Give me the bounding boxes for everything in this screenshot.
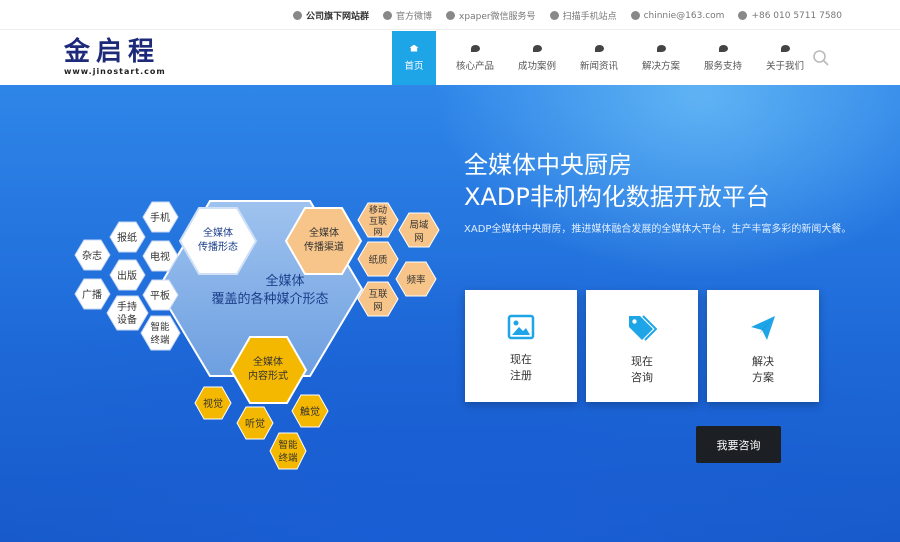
hex-newspaper-label: 报纸 — [117, 231, 137, 244]
hex-visual-label: 视觉 — [203, 397, 223, 410]
hex-frequency-label: 频率 — [406, 274, 426, 286]
hex-mobile-label: 手机 — [150, 211, 170, 224]
hex-handheld-line1: 手持 — [117, 300, 137, 313]
topbar-mobile[interactable]: 扫描手机站点 — [549, 9, 617, 22]
hex-magazine-label: 杂志 — [82, 249, 102, 262]
hex-smart-terminal-bottom-line1: 智能 — [278, 439, 298, 451]
nav-support-label: 服务支持 — [703, 60, 742, 72]
consult-button[interactable]: 我要咨询 — [696, 426, 781, 463]
hex-mobile-internet-line1: 移动 — [369, 204, 387, 216]
media-hexagon-diagram: 全媒体 覆盖的各种媒介形态 全媒体 传播形态 全媒体 传播渠道 全媒体 内容形式… — [74, 200, 440, 470]
topbar-phone-label: +86 010 5711 7580 — [751, 10, 842, 21]
hex-mobile-internet-line2: 互联 — [369, 216, 387, 227]
mail-icon — [630, 11, 640, 20]
weibo-icon — [383, 11, 393, 20]
hex-internet-line1: 互联 — [368, 289, 388, 300]
card-solutions[interactable]: 解决方案 — [707, 290, 819, 402]
card-register-label: 现在注册 — [510, 353, 532, 382]
nav-news[interactable]: 新闻资讯 — [568, 31, 630, 85]
mobile-icon — [549, 11, 559, 20]
nav-cases[interactable]: 成功案例 — [506, 31, 568, 85]
card-register[interactable]: 现在注册 — [465, 290, 577, 402]
quick-cards: 现在注册 现在咨询 解决方案 — [465, 290, 819, 402]
phone-icon — [293, 11, 303, 20]
topbar-mobile-label: 扫描手机站点 — [562, 12, 617, 22]
chat-icon — [532, 44, 542, 52]
nav-home-label: 首页 — [404, 60, 424, 72]
hex-publishing-label: 出版 — [117, 269, 137, 282]
image-icon — [507, 314, 535, 340]
spread-channel-line1: 全媒体 — [309, 226, 339, 239]
search-icon[interactable] — [812, 49, 830, 67]
home-icon — [409, 44, 419, 52]
top-info-bar: 公司旗下网站群 官方微博 xpaper微信服务号 扫描手机站点 chinnie@… — [0, 0, 900, 30]
topbar-email[interactable]: chinnie@163.com — [630, 9, 725, 22]
hex-tactile-label: 触觉 — [300, 405, 320, 418]
hex-handheld-line2: 设备 — [117, 313, 137, 326]
chat-icon — [594, 44, 604, 52]
hero-description: XADP全媒体中央厨房，推进媒体融合发展的全媒体大平台，生产丰富多彩的新闻大餐。 — [464, 224, 852, 235]
leaf-icon — [470, 44, 480, 52]
topbar-sites[interactable]: 公司旗下网站群 — [293, 9, 369, 22]
hex-internet-line2: 网 — [373, 302, 383, 313]
topbar-wechat-label: xpaper微信服务号 — [459, 12, 536, 22]
topbar-wechat[interactable]: xpaper微信服务号 — [446, 9, 536, 22]
send-icon — [751, 316, 775, 340]
logo[interactable]: 金启程 www.jinostart.com — [64, 39, 182, 79]
card-consult[interactable]: 现在咨询 — [586, 290, 698, 402]
hex-smart-terminal-bottom-line2: 终端 — [278, 452, 298, 464]
phone-icon — [738, 11, 748, 20]
content-form-line1: 全媒体 — [253, 355, 283, 368]
topbar-email-label: chinnie@163.com — [643, 10, 725, 21]
logo-url: www.jinostart.com — [64, 67, 166, 76]
nav-news-label: 新闻资讯 — [579, 60, 618, 72]
nav-about[interactable]: 关于我们 — [754, 31, 816, 85]
card-solutions-label: 解决方案 — [752, 355, 774, 384]
spread-form-line2: 传播形态 — [198, 240, 238, 253]
content-form-line2: 内容形式 — [248, 369, 288, 382]
nav-solutions[interactable]: 解决方案 — [630, 31, 692, 85]
spread-channel-line2: 传播渠道 — [304, 240, 344, 253]
nav-about-label: 关于我们 — [765, 60, 804, 72]
center-line2: 覆盖的各种媒介形态 — [211, 291, 328, 307]
topbar-weibo[interactable]: 官方微博 — [383, 9, 432, 22]
nav-solutions-label: 解决方案 — [641, 60, 680, 72]
hex-tv-label: 电视 — [150, 250, 170, 263]
nav-cases-label: 成功案例 — [517, 60, 556, 72]
hex-mobile-internet-line3: 网 — [373, 227, 382, 238]
chat-icon — [656, 44, 666, 52]
hero-title: 全媒体中央厨房 XADP非机构化数据开放平台 — [464, 149, 770, 213]
topbar-weibo-label: 官方微博 — [396, 12, 433, 22]
chat-icon — [780, 44, 790, 52]
hex-smart-terminal-left-line1: 智能 — [150, 321, 170, 333]
hero-banner: 全媒体 覆盖的各种媒介形态 全媒体 传播形态 全媒体 传播渠道 全媒体 内容形式… — [0, 85, 900, 542]
site-header: 金启程 www.jinostart.com 首页 核心产品 成功案例 新闻资讯 … — [0, 31, 900, 85]
hex-smart-terminal-left-line2: 终端 — [150, 334, 170, 346]
wechat-icon — [446, 11, 456, 20]
nav-home[interactable]: 首页 — [392, 31, 436, 85]
nav-products-label: 核心产品 — [455, 60, 494, 72]
topbar-phone: +86 010 5711 7580 — [738, 9, 842, 22]
center-line1: 全媒体 — [265, 273, 304, 289]
logo-text: 金启程 — [64, 37, 161, 67]
hex-paper-label: 纸质 — [368, 254, 388, 266]
hero-title-line1: 全媒体中央厨房 — [464, 151, 632, 179]
spread-form-line1: 全媒体 — [203, 226, 233, 239]
hex-tablet-label: 平板 — [150, 289, 170, 302]
card-consult-label: 现在咨询 — [631, 355, 653, 384]
hex-radio-label: 广播 — [82, 288, 102, 301]
tag-icon — [629, 315, 657, 341]
main-nav: 首页 核心产品 成功案例 新闻资讯 解决方案 服务支持 关于我们 — [392, 31, 816, 85]
hero-title-line2: XADP非机构化数据开放平台 — [464, 183, 770, 211]
hex-lan-line1: 局域 — [409, 219, 429, 231]
topbar-sites-label: 公司旗下网站群 — [306, 12, 370, 22]
nav-support[interactable]: 服务支持 — [692, 31, 754, 85]
hex-lan-line2: 网 — [414, 233, 424, 244]
nav-products[interactable]: 核心产品 — [444, 31, 506, 85]
hex-auditory-label: 听觉 — [245, 418, 265, 430]
chat-icon — [718, 44, 728, 52]
